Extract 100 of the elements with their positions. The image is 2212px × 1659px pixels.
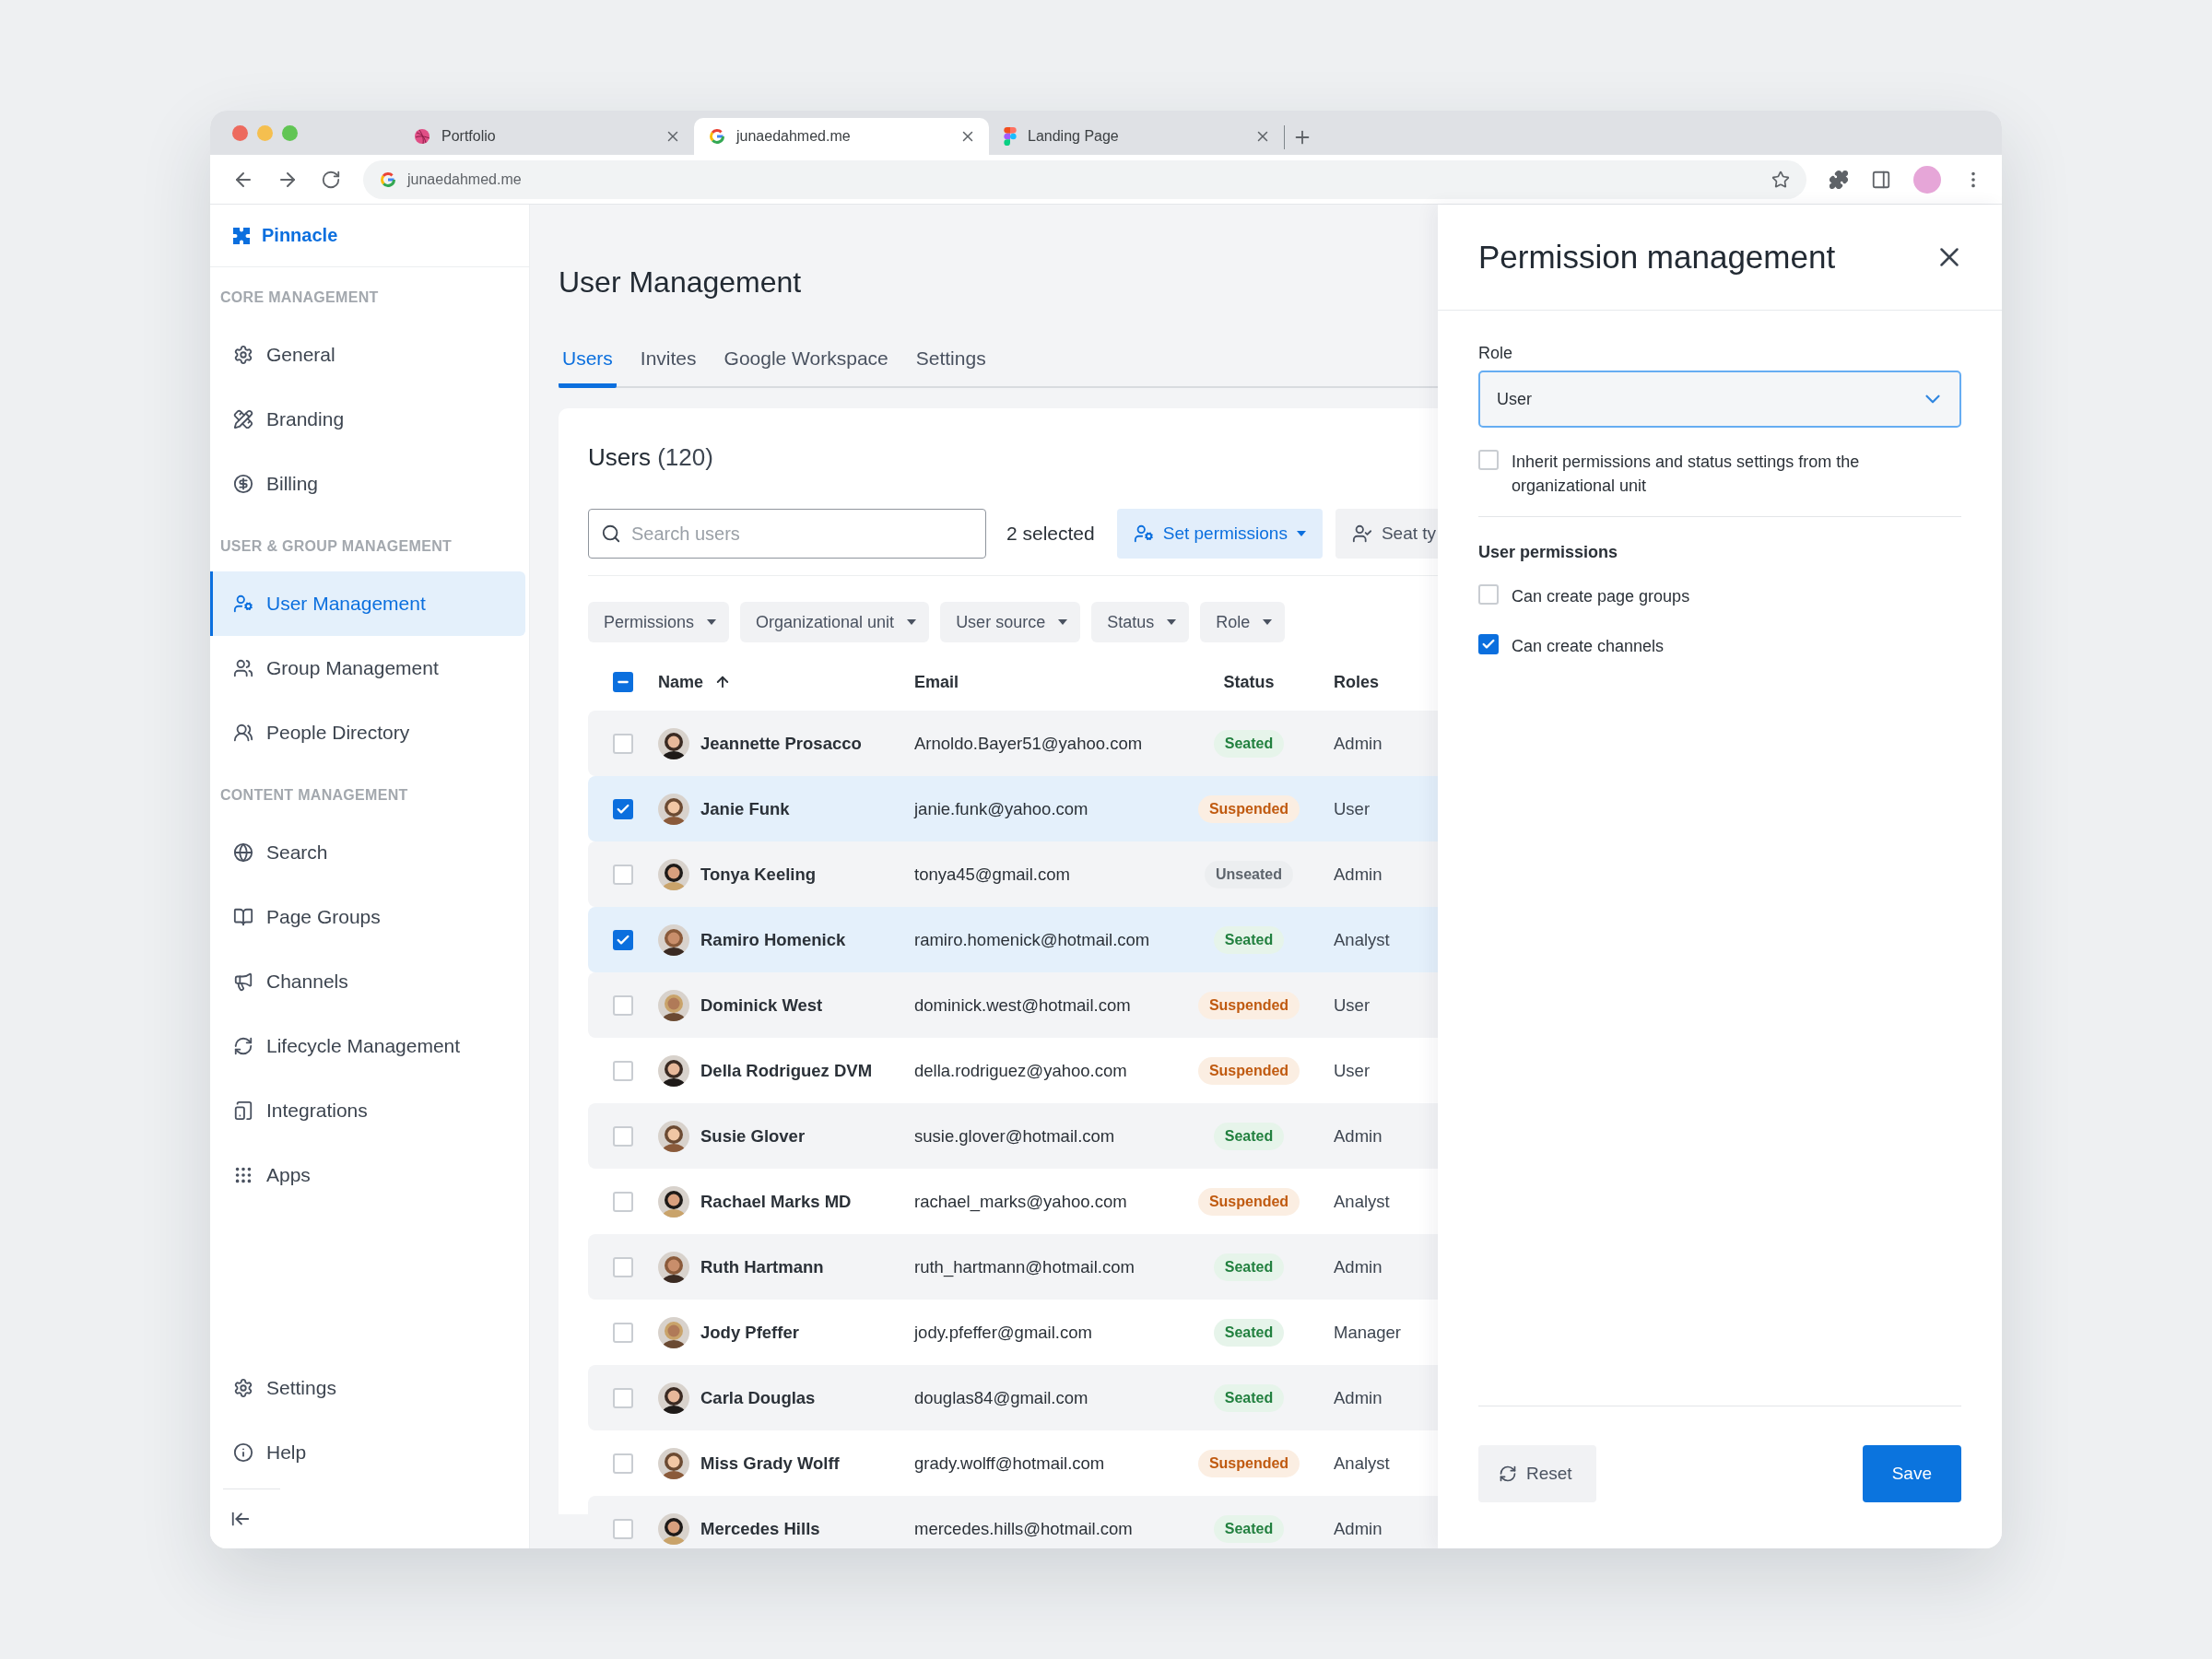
card-title: Users (120) [588,443,714,472]
page-tab[interactable]: Users [559,333,617,388]
role-select[interactable]: User [1478,371,1961,428]
status-badge: Suspended [1197,794,1300,823]
filter-button[interactable]: Permissions [588,602,730,642]
browser-tab[interactable]: junaedahmed.me [694,118,989,155]
user-name: Jeannette Prosacco [700,733,862,754]
filter-button[interactable]: User source [940,602,1081,642]
checkbox[interactable] [613,798,633,819]
column-header[interactable]: Status [1223,672,1275,692]
sidebar-item[interactable]: Page Groups [210,885,525,949]
megaphone-icon [233,971,253,992]
sidebar-item[interactable]: User Management [210,571,525,636]
user-name: Janie Funk [700,798,790,819]
minimize-window-button[interactable] [257,124,273,141]
user-email: della.rodriguez@yahoo.com [914,1060,1128,1081]
dot-grid-icon [233,1165,253,1185]
user-name: Jody Pfeffer [700,1322,799,1343]
star-icon[interactable] [1771,170,1790,189]
sidebar-item[interactable]: Integrations [210,1078,525,1143]
address-bar[interactable]: junaedahmed.me [363,159,1806,199]
profile-avatar[interactable] [1913,165,1941,194]
user-role: Analyst [1333,929,1391,950]
sidebar-item[interactable]: Channels [210,949,525,1014]
checkbox-label: Can create page groups [1512,586,1690,607]
checkbox[interactable] [613,672,633,692]
table-row[interactable]: Janie Funk janie.funk@yahoo.com Suspended User [588,776,1438,841]
caret-icon [907,619,917,625]
user-role: Admin [1333,1518,1383,1539]
table-row[interactable]: Dominick West dominick.west@hotmail.com Suspended User [588,972,1438,1038]
column-header[interactable]: Roles [1334,672,1380,692]
status-badge: Seated [1213,1253,1285,1281]
caret-icon [707,619,717,625]
page-title: User Management [559,265,803,300]
search-field[interactable]: Search users [588,509,986,559]
page-tab[interactable]: Settings [912,333,990,388]
section-heading: User permissions [1478,543,1619,562]
ball-icon [414,128,430,145]
avatar [658,858,689,890]
checkbox-label: Inherit permissions and status settings from the organizational unit [1512,452,1861,497]
sidebar-item[interactable]: Group Management [210,636,525,700]
close-window-button[interactable] [232,124,248,141]
browser-tab[interactable]: Landing Page [989,118,1284,155]
table-row[interactable]: Ruth Hartmann ruth_hartmann@hotmail.com Seated Admin [588,1234,1438,1300]
status-badge: Seated [1213,925,1285,954]
user-gear-icon [233,594,253,614]
user-role: Analyst [1333,1453,1391,1474]
checkbox[interactable] [613,929,633,950]
puzzle-icon[interactable] [1829,169,1849,190]
user-name: Ramiro Homenick [700,929,846,950]
user-name: Miss Grady Wolff [700,1453,840,1474]
user-role: Admin [1333,1125,1383,1147]
browser-tab[interactable]: Portfolio [399,118,694,155]
globe-icon [233,842,253,863]
filter-button[interactable]: Organizational unit [740,602,930,642]
user-name: Tonya Keeling [700,864,817,885]
maximize-window-button[interactable] [282,124,298,141]
filter-button[interactable]: Role [1200,602,1286,642]
user-role: Admin [1333,1387,1383,1408]
filter-button[interactable]: Status [1091,602,1190,642]
reload-icon[interactable] [321,169,341,190]
save-button[interactable]: Save [1862,1445,1961,1502]
user-email: ruth_hartmann@hotmail.com [914,1256,1135,1277]
user-role: Admin [1333,733,1383,754]
sidebar-item[interactable]: Help [210,1420,525,1485]
dollar-circle-icon [233,474,253,494]
checkbox[interactable] [1478,634,1499,654]
avatar [658,1120,689,1152]
side-panel-icon[interactable] [1871,169,1891,190]
sidebar-item[interactable]: Branding [210,387,525,452]
caret-icon [1058,619,1068,625]
table-row[interactable]: Jeannette Prosacco Arnoldo.Bayer51@yahoo.com Seated Admin [588,711,1438,776]
sidebar-item[interactable]: Billing [210,452,525,516]
avatar [658,1185,689,1218]
table-row[interactable]: Susie Glover susie.glover@hotmail.com Seated Admin [588,1103,1438,1169]
action-button[interactable]: Seat ty [1335,509,1438,559]
avatar [658,727,689,759]
sidebar-item[interactable]: Lifecycle Management [210,1014,525,1078]
action-button[interactable]: Set permissions [1116,509,1323,559]
user-name: Carla Douglas [700,1387,816,1408]
user-email: susie.glover@hotmail.com [914,1125,1116,1147]
sidebar-item[interactable]: Search [210,820,525,885]
reset-button[interactable]: Reset [1478,1445,1596,1502]
column-header[interactable]: Email [914,672,959,692]
table-row[interactable]: Tonya Keeling tonya45@gmail.com Unseated Admin [588,841,1438,907]
page-tab[interactable]: Invites [636,333,700,388]
sidebar-item[interactable]: People Directory [210,700,525,765]
user-name: Della Rodriguez DVM [700,1060,873,1081]
page-tab[interactable]: Google Workspace [720,333,892,388]
column-header[interactable]: Name [658,672,704,692]
table-row[interactable]: Carla Douglas douglas84@gmail.com Seated Admin [588,1365,1438,1430]
section-heading: USER & GROUP MANAGEMENT [219,537,453,556]
avatar [658,924,689,956]
sidebar-item[interactable]: General [210,323,525,387]
table-row[interactable]: Ramiro Homenick ramiro.homenick@hotmail.com Seated Analyst [588,907,1438,972]
user-name: Rachael Marks MD [700,1191,852,1212]
status-badge: Unseated [1205,860,1293,888]
avatar [658,793,689,825]
sidebar-item[interactable]: Apps [210,1143,525,1207]
sidebar-item[interactable]: Settings [210,1356,525,1420]
